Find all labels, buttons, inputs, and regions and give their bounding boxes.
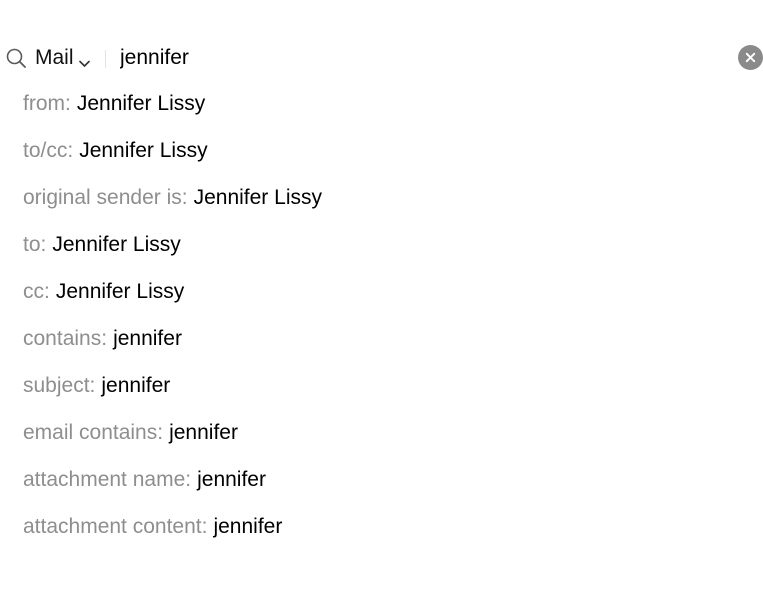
suggestion-prefix: attachment name: [23,467,192,491]
suggestion-prefix: subject: [23,373,96,397]
suggestion-prefix: to: [23,232,47,256]
suggestion-subject[interactable]: subject: jennifer [0,362,763,409]
scope-divider [105,50,106,68]
suggestion-contains[interactable]: contains: jennifer [0,315,763,362]
suggestion-prefix: cc: [23,279,50,303]
chevron-down-icon [78,55,90,67]
suggestion-value: Jennifer Lissy [76,91,206,115]
suggestion-value: Jennifer Lissy [52,232,181,256]
search-suggestions-list: from: Jennifer Lissy to/cc: Jennifer Lis… [0,80,763,550]
suggestion-value: Jennifer Lissy [193,185,322,209]
suggestion-from[interactable]: from: Jennifer Lissy [0,80,763,127]
suggestion-prefix: to/cc: [23,138,74,162]
suggestion-original-sender[interactable]: original sender is: Jennifer Lissy [0,174,763,221]
clear-search-button[interactable] [738,45,763,70]
suggestion-prefix: from: [23,91,71,115]
search-scope-label: Mail [35,46,74,69]
suggestion-prefix: original sender is: [23,185,188,209]
suggestion-value: jennifer [197,467,266,491]
suggestion-value: Jennifer Lissy [55,279,185,303]
suggestion-value: jennifer [113,326,182,350]
suggestion-value: Jennifer Lissy [79,138,208,162]
search-icon [6,48,26,68]
search-input[interactable] [120,44,710,72]
search-scope-dropdown[interactable]: Mail [35,45,90,71]
suggestion-cc[interactable]: cc: Jennifer Lissy [0,268,763,315]
suggestion-prefix: email contains: [23,420,164,444]
suggestion-to[interactable]: to: Jennifer Lissy [0,221,763,268]
suggestion-attachment-content[interactable]: attachment content: jennifer [0,503,763,550]
suggestion-email-contains[interactable]: email contains: jennifer [0,409,763,456]
suggestion-value: jennifer [213,514,283,538]
suggestion-prefix: contains: [23,326,108,350]
search-bar: Mail [0,38,763,78]
suggestion-attachment-name[interactable]: attachment name: jennifer [0,456,763,503]
suggestion-prefix: attachment content: [23,514,208,538]
suggestion-value: jennifer [169,420,238,444]
close-icon [745,52,756,63]
suggestion-value: jennifer [101,373,171,397]
suggestion-to-cc[interactable]: to/cc: Jennifer Lissy [0,127,763,174]
